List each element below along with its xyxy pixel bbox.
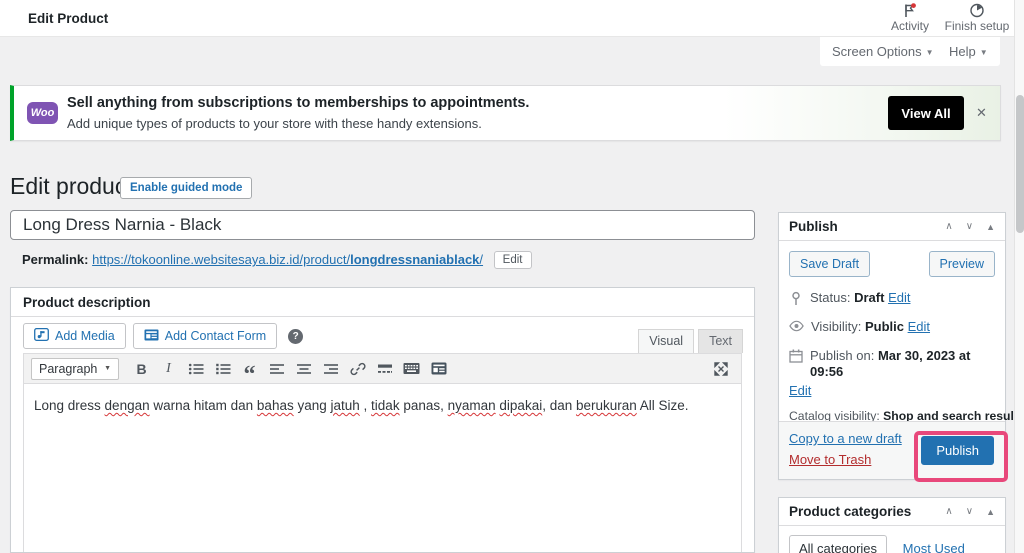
status-pin-icon xyxy=(789,291,803,306)
visibility-label: Visibility: xyxy=(811,319,861,334)
toggle-panel-icon[interactable]: ▲ xyxy=(986,507,995,517)
edit-status-link[interactable]: Edit xyxy=(888,290,910,305)
tinymce-editor: Paragraph ▼ B I “ xyxy=(23,353,742,552)
banner-subtitle: Add unique types of products to your sto… xyxy=(67,116,482,131)
edit-visibility-link[interactable]: Edit xyxy=(908,319,930,334)
contact-form-icon xyxy=(144,329,159,344)
add-contact-form-button[interactable]: Add Contact Form xyxy=(133,323,277,349)
move-up-icon[interactable]: ∧ xyxy=(945,221,952,232)
keyboard-shortcuts-icon[interactable] xyxy=(399,358,424,380)
product-description-panel: Product description Add Media Add Contac… xyxy=(10,287,755,553)
admin-top-bar: Edit Product Activity Finish setup xyxy=(0,0,1024,37)
help-tab[interactable]: Help ▼ xyxy=(937,37,1000,66)
enable-guided-mode-button[interactable]: Enable guided mode xyxy=(120,177,252,199)
finish-setup-label: Finish setup xyxy=(945,19,1010,33)
activity-label: Activity xyxy=(891,19,929,33)
most-used-tab[interactable]: Most Used xyxy=(903,541,965,553)
preview-button[interactable]: Preview xyxy=(929,251,995,277)
text-tab[interactable]: Text xyxy=(698,329,743,353)
move-up-icon[interactable]: ∧ xyxy=(945,506,952,517)
add-media-label: Add Media xyxy=(55,329,115,343)
close-icon[interactable]: ✕ xyxy=(976,105,987,121)
align-right-icon[interactable] xyxy=(318,358,343,380)
align-left-icon[interactable] xyxy=(264,358,289,380)
permalink-row: Permalink: https://tokoonline.websitesay… xyxy=(22,251,532,269)
publish-on-row: Publish on: Mar 30, 2023 at 09:56 xyxy=(789,348,995,380)
bold-icon[interactable]: B xyxy=(129,358,154,380)
categories-panel-title: Product categories xyxy=(789,504,945,519)
add-contact-form-label: Add Contact Form xyxy=(165,329,266,343)
categories-panel-header: Product categories ∧ ∨ ▲ xyxy=(779,498,1005,526)
publish-on-label: Publish on: xyxy=(810,348,874,363)
move-down-icon[interactable]: ∨ xyxy=(966,221,973,232)
product-categories-panel: Product categories ∧ ∨ ▲ All categories … xyxy=(778,497,1006,553)
page-title: Edit Product xyxy=(28,11,108,26)
italic-icon[interactable]: I xyxy=(156,358,181,380)
finish-setup-button[interactable]: Finish setup xyxy=(942,3,1012,33)
help-icon[interactable]: ? xyxy=(288,329,303,344)
status-row: Status: Draft Edit xyxy=(789,290,995,306)
move-to-trash-link[interactable]: Move to Trash xyxy=(789,452,871,467)
all-categories-tab[interactable]: All categories xyxy=(789,535,887,553)
permalink-slash: / xyxy=(479,252,483,267)
toggle-panel-icon[interactable]: ▲ xyxy=(986,222,995,232)
numbered-list-icon[interactable] xyxy=(210,358,235,380)
calendar-icon xyxy=(789,349,803,363)
woo-logo: Woo xyxy=(27,102,58,124)
publish-panel-title: Publish xyxy=(789,219,945,234)
chevron-down-icon: ▼ xyxy=(980,48,988,57)
blockquote-icon[interactable]: “ xyxy=(237,358,262,380)
status-label: Status: xyxy=(810,290,850,305)
chevron-down-icon: ▼ xyxy=(104,365,111,372)
permalink-edit-button[interactable]: Edit xyxy=(494,251,532,269)
setup-progress-icon xyxy=(969,3,985,18)
editor-tools-row: Add Media Add Contact Form ? Visual Text xyxy=(11,317,754,353)
media-icon xyxy=(34,328,49,344)
publish-panel-header: Publish ∧ ∨ ▲ xyxy=(779,213,1005,241)
publish-button[interactable]: Publish xyxy=(921,436,994,465)
bulleted-list-icon[interactable] xyxy=(183,358,208,380)
chevron-down-icon: ▼ xyxy=(926,48,934,57)
permalink-label: Permalink: xyxy=(22,252,88,267)
paragraph-format-select[interactable]: Paragraph ▼ xyxy=(31,358,119,380)
description-text[interactable]: Long dress dengan warna hitam dan bahas … xyxy=(24,384,741,551)
view-all-button[interactable]: View All xyxy=(888,96,964,130)
scrollbar-thumb[interactable] xyxy=(1016,95,1024,233)
editor-mode-tabs: Visual Text xyxy=(638,329,743,353)
edit-product-heading: Edit product xyxy=(10,173,133,200)
visual-tab[interactable]: Visual xyxy=(638,329,694,353)
read-more-tag-icon[interactable] xyxy=(372,358,397,380)
eye-icon xyxy=(789,320,804,332)
woocommerce-banner: Woo Sell anything from subscriptions to … xyxy=(10,85,1001,141)
fullscreen-icon[interactable] xyxy=(708,358,733,380)
editor-toolbar: Paragraph ▼ B I “ xyxy=(24,354,741,384)
edit-publish-date-link[interactable]: Edit xyxy=(789,383,811,398)
activity-button[interactable]: Activity xyxy=(884,3,936,33)
screen-options-tab[interactable]: Screen Options ▼ xyxy=(820,37,946,66)
permalink-base: https://tokoonline.websitesaya.biz.id/pr… xyxy=(92,252,350,267)
scrollbar-track[interactable] xyxy=(1014,0,1024,553)
status-value: Draft xyxy=(854,290,884,305)
permalink-link[interactable]: https://tokoonline.websitesaya.biz.id/pr… xyxy=(92,252,483,267)
save-draft-button[interactable]: Save Draft xyxy=(789,251,870,277)
add-media-button[interactable]: Add Media xyxy=(23,323,126,349)
visibility-row: Visibility: Public Edit xyxy=(789,319,995,335)
link-icon[interactable] xyxy=(345,358,370,380)
align-center-icon[interactable] xyxy=(291,358,316,380)
paragraph-label: Paragraph xyxy=(39,362,97,376)
visibility-value: Public xyxy=(865,319,904,334)
panel-title: Product description xyxy=(11,288,754,317)
move-down-icon[interactable]: ∨ xyxy=(966,506,973,517)
banner-title: Sell anything from subscriptions to memb… xyxy=(67,95,529,111)
wordpress-edit-product-page: Edit Product Activity Finish setup Scree… xyxy=(0,0,1024,553)
activity-flag-icon xyxy=(902,3,918,18)
screen-options-label: Screen Options xyxy=(832,44,922,59)
publish-panel: Publish ∧ ∨ ▲ Save Draft Preview Status:… xyxy=(778,212,1006,480)
product-title-input[interactable] xyxy=(10,210,755,240)
form-gui-icon[interactable] xyxy=(426,358,451,380)
permalink-slug: longdressnaniablack xyxy=(350,252,479,267)
help-label: Help xyxy=(949,44,976,59)
publish-actions-footer: Copy to a new draft Move to Trash Publis… xyxy=(779,421,1005,479)
